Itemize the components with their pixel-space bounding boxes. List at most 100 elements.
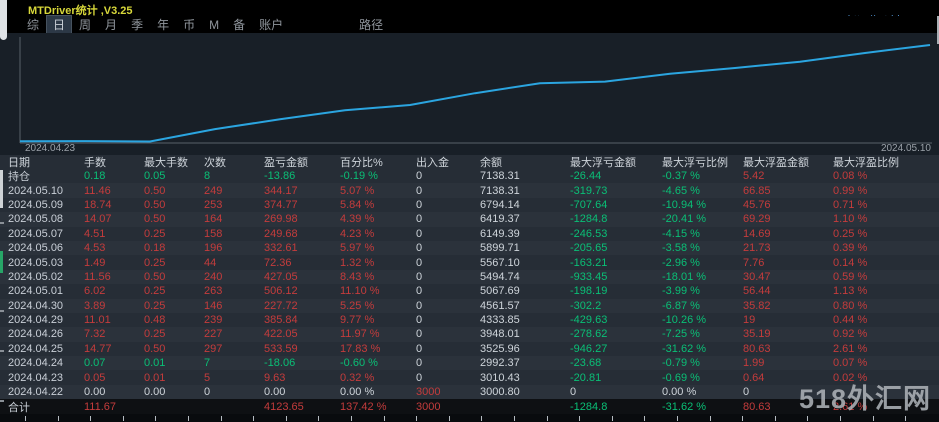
menu-item-币[interactable]: 币	[176, 15, 202, 34]
table-row[interactable]: 2024.05.06 4.53 0.18 196 332.61 5.97 % 0 5899.7…	[0, 240, 939, 256]
ruler-tick	[57, 416, 59, 421]
table-cell: 2024.04.22	[8, 386, 64, 399]
table-cell: 1.49	[84, 256, 106, 269]
menu-item-月[interactable]: 月	[98, 15, 124, 34]
menu-item-M[interactable]: M	[202, 17, 226, 33]
table-cell: -26.44	[570, 170, 602, 183]
table-cell: 0.18	[84, 170, 106, 183]
table-cell: 263	[204, 285, 223, 298]
menu-item-周[interactable]: 周	[72, 15, 98, 34]
table-cell: 2024.05.02	[8, 270, 64, 283]
column-header: 最大浮盈金额	[743, 157, 809, 169]
table-cell: 2024.05.08	[8, 213, 64, 226]
table-cell: 6.02	[84, 285, 106, 298]
ruler-tick	[579, 416, 581, 421]
table-cell: 0.25	[144, 328, 166, 341]
screen-edge-scrollbar	[0, 0, 7, 40]
table-cell: 11.97 %	[340, 328, 380, 341]
table-cell: 0	[416, 357, 423, 370]
table-cell: -319.73	[570, 184, 608, 197]
table-row[interactable]: 2024.05.09 18.74 0.50 253 374.77 5.84 % 0 6794.…	[0, 198, 939, 212]
table-cell: 56.44	[743, 285, 771, 298]
table-row[interactable]: 2024.04.26 7.32 0.25 227 422.05 11.97 % 0 3948.…	[0, 327, 939, 342]
ruler-tick	[285, 416, 287, 421]
menu-item-path[interactable]: 路径	[352, 15, 390, 34]
column-header: 最大浮亏比例	[662, 157, 728, 169]
ruler-tick	[25, 416, 26, 421]
table-cell: 44	[204, 256, 217, 269]
title-bar: MTDriver统计 ,V3.25	[0, 0, 939, 17]
table-cell: -7.25 %	[662, 328, 700, 341]
table-cell: 2024.05.03	[8, 256, 64, 269]
table-cell: 385.84	[264, 314, 298, 327]
table-cell: -205.65	[570, 242, 608, 255]
ruler-tick	[807, 416, 809, 421]
menu-item-综[interactable]: 综	[20, 15, 46, 34]
ruler-tick	[90, 416, 92, 421]
table-cell: 253	[204, 198, 223, 211]
table-cell: -13.86	[264, 170, 296, 183]
menu-item-备[interactable]: 备	[226, 15, 252, 34]
table-row[interactable]: 2024.04.30 3.89 0.25 146 227.72 5.25 % 0 4561.5…	[0, 298, 939, 313]
table-cell: -302.2	[570, 299, 602, 312]
table-cell: 0.50	[144, 198, 166, 211]
table-cell: 0.25	[144, 285, 166, 298]
table-cell: 4333.85	[480, 314, 520, 327]
column-header: 余额	[480, 157, 502, 169]
table-row[interactable]: 2024.04.24 0.07 0.01 7 -18.06 -0.60 % 0 2992.37…	[0, 356, 939, 371]
table-cell: -4.65 %	[662, 184, 700, 197]
table-cell: 0	[416, 342, 423, 355]
table-cell: -2.96 %	[662, 256, 700, 269]
table-row[interactable]: 持仓 0.18 0.05 8 -13.86 -0.19 % 0 7138.31 -26.44 -0…	[0, 169, 939, 183]
table-cell: -707.64	[570, 198, 608, 211]
table-cell: -10.94 %	[662, 198, 707, 211]
table-row[interactable]: 2024.05.01 6.02 0.25 263 506.12 11.10 % 0 5067.…	[0, 284, 939, 298]
table-row[interactable]: 2024.05.03 1.49 0.25 44 72.36 1.32 % 0 5567.10 -…	[0, 255, 939, 269]
ruler-tick	[351, 416, 352, 421]
table-cell: 0.00 %	[340, 386, 375, 399]
table-cell: 66.85	[743, 184, 771, 197]
ruler-tick	[155, 416, 157, 421]
table-cell: 11.10 %	[340, 285, 380, 298]
table-cell: 146	[204, 299, 223, 312]
table-cell: 0.14 %	[833, 256, 868, 269]
table-cell: 2024.04.29	[8, 314, 64, 327]
table-cell: 0.50	[144, 213, 166, 226]
table-row[interactable]: 2024.05.07 4.51 0.25 158 249.68 4.23 % 0 6149.3…	[0, 227, 939, 241]
table-cell: 2024.04.25	[8, 342, 64, 355]
total-cell: 137.42 %	[340, 400, 387, 413]
column-header: 手数	[84, 157, 106, 169]
menu-item-账户[interactable]: 账户	[252, 15, 290, 34]
table-cell: 5.84 %	[340, 198, 375, 211]
table-row[interactable]: 2024.05.10 11.46 0.50 249 344.17 5.07 % 0 7138.…	[0, 183, 939, 198]
table-row[interactable]: 2024.04.29 11.01 0.48 239 385.84 9.77 % 0 4333.…	[0, 313, 939, 327]
menu-item-日[interactable]: 日	[46, 15, 73, 34]
watermark: 518外汇网	[798, 384, 931, 414]
table-cell: -0.69 %	[662, 371, 700, 384]
table-row[interactable]: 2024.05.02 11.56 0.50 240 427.05 8.43 % 0 5494.…	[0, 269, 939, 285]
table-cell: 69.29	[743, 213, 771, 226]
table-cell: 0	[416, 184, 423, 197]
table-row[interactable]: 2024.05.08 14.07 0.50 164 269.98 4.39 % 0 6419.…	[0, 212, 939, 227]
menu-item-季[interactable]: 季	[124, 15, 150, 34]
table-cell: 0.05	[144, 170, 166, 183]
menu-item-年[interactable]: 年	[150, 15, 176, 34]
table-cell: -198.19	[570, 285, 608, 298]
table-cell: 0.71 %	[833, 198, 868, 211]
table-cell: 8	[204, 170, 211, 183]
table-cell: 0.00	[84, 386, 106, 399]
ruler-tick	[481, 416, 483, 421]
table-row[interactable]: 2024.04.25 14.77 0.50 297 533.59 17.83 % 0 3525…	[0, 342, 939, 356]
table-cell: 7138.31	[480, 170, 520, 183]
total-cell: 111.67	[84, 400, 117, 413]
balance-chart: 2024.04.23 2024.05.10	[0, 33, 939, 155]
table-cell: 2024.04.23	[8, 371, 64, 384]
table-cell: 7.32	[84, 328, 106, 341]
table-cell: 5067.69	[480, 285, 520, 298]
total-cell: 3000	[416, 400, 441, 413]
table-cell: 0	[416, 213, 423, 226]
table-cell: 2024.05.09	[8, 198, 64, 211]
table-cell: 0	[416, 371, 423, 384]
column-header: 百分比%	[340, 157, 383, 169]
table-cell: -6.87 %	[662, 299, 700, 312]
